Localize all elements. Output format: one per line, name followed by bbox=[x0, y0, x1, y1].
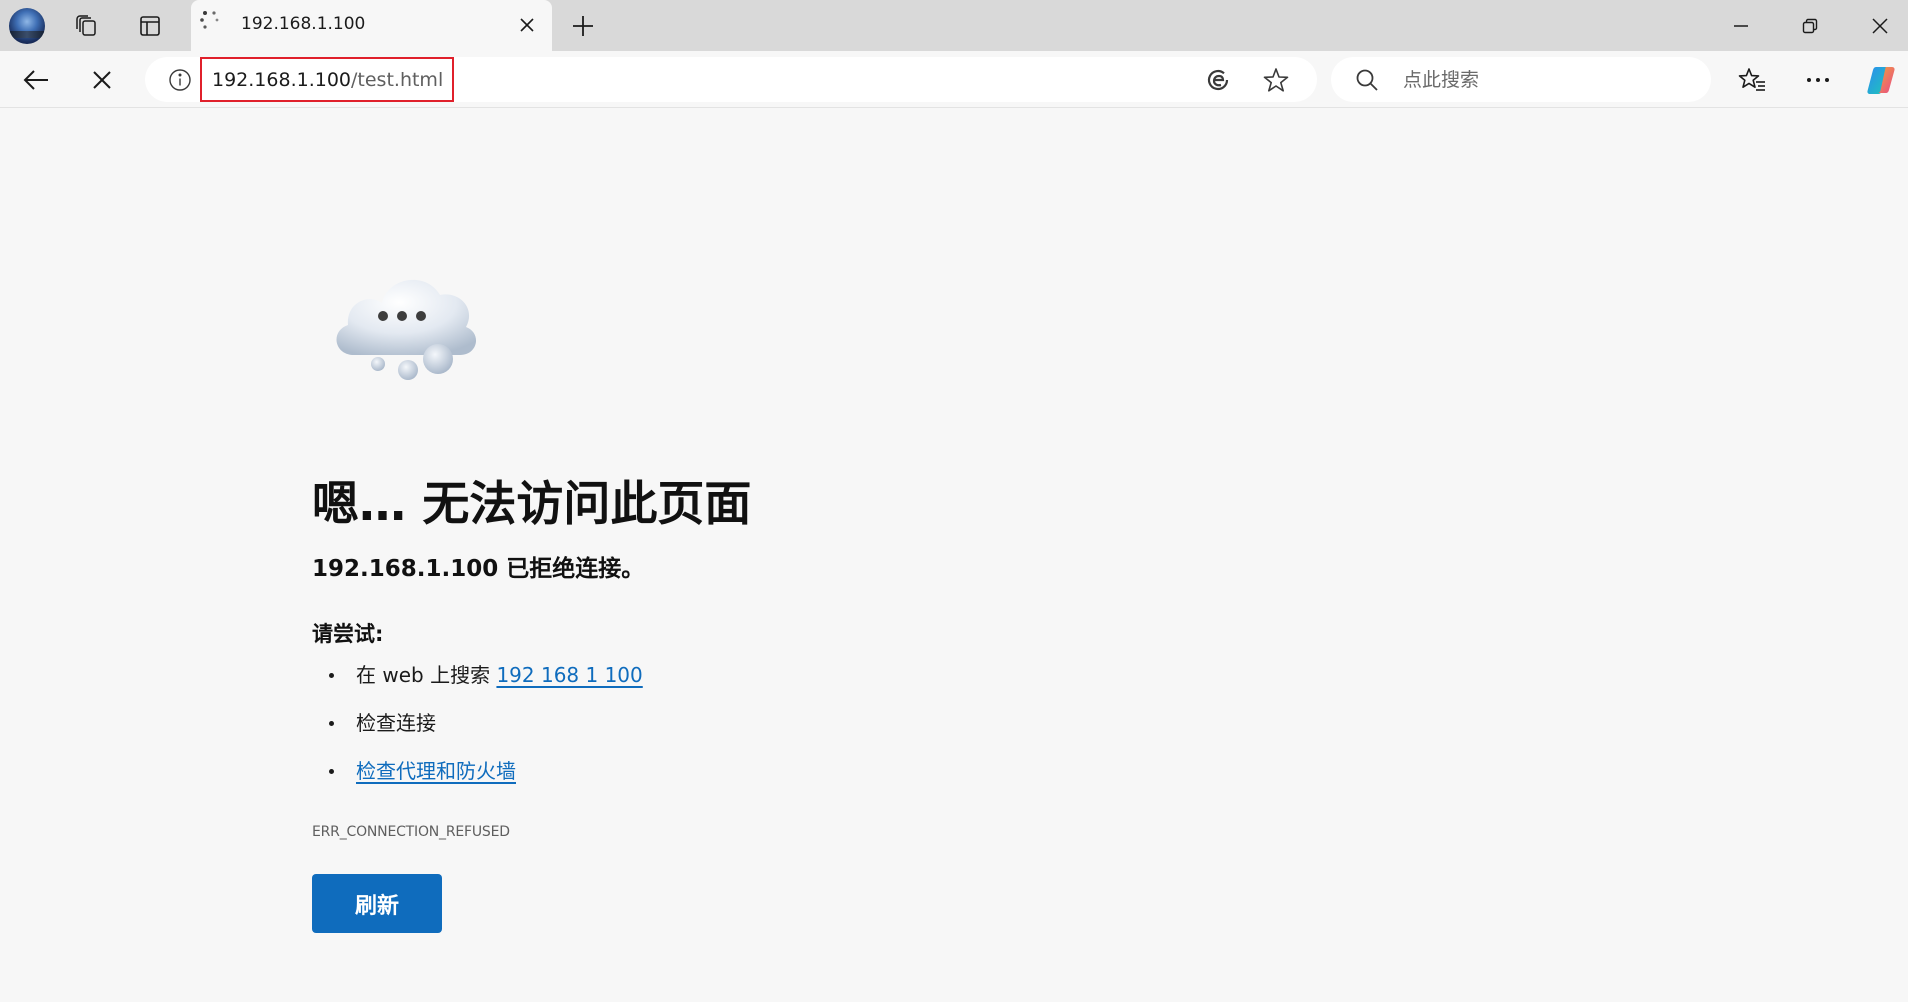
add-favorite-button[interactable] bbox=[1260, 64, 1292, 96]
bullet bbox=[329, 769, 334, 774]
settings-more-button[interactable] bbox=[1797, 59, 1839, 101]
close-icon bbox=[1872, 18, 1888, 34]
info-icon bbox=[169, 69, 191, 91]
search-icon bbox=[1356, 69, 1378, 91]
loading-spinner-icon bbox=[200, 11, 219, 29]
suggestion-list: 在 web 上搜索 192 168 1 100 检查连接 检查代理和防火墙 bbox=[312, 651, 643, 795]
tab-close-button[interactable] bbox=[514, 12, 540, 38]
stop-loading-button[interactable] bbox=[81, 59, 123, 101]
search-box[interactable] bbox=[1331, 57, 1711, 102]
search-suggestion-prefix: 在 web 上搜索 bbox=[356, 663, 497, 687]
tab-strip: 192.168.1.100 bbox=[0, 0, 1908, 51]
refresh-button[interactable]: 刷新 bbox=[312, 874, 442, 933]
edge-refresh-icon bbox=[1207, 69, 1229, 91]
favorites-button[interactable] bbox=[1731, 59, 1773, 101]
copilot-icon bbox=[1867, 67, 1895, 94]
cloud-error-illustration bbox=[336, 279, 477, 380]
window-close-button[interactable] bbox=[1852, 6, 1908, 46]
list-item: 检查代理和防火墙 bbox=[312, 747, 643, 795]
avatar bbox=[9, 8, 45, 44]
check-proxy-firewall-link[interactable]: 检查代理和防火墙 bbox=[356, 759, 516, 783]
plus-icon bbox=[573, 16, 593, 36]
restore-button[interactable] bbox=[1782, 6, 1838, 46]
star-icon bbox=[1263, 68, 1289, 92]
workspaces-button[interactable] bbox=[63, 6, 109, 46]
arrow-left-icon bbox=[23, 70, 48, 90]
search-input[interactable] bbox=[1401, 57, 1691, 102]
browser-toolbar: 192.168.1.100/test.html bbox=[0, 51, 1908, 108]
read-aloud-button[interactable] bbox=[1202, 64, 1234, 96]
list-item: 检查连接 bbox=[312, 699, 643, 747]
error-code: ERR_CONNECTION_REFUSED bbox=[312, 824, 510, 840]
site-info-button[interactable] bbox=[165, 65, 195, 95]
workspaces-icon bbox=[76, 15, 96, 36]
vertical-tabs-icon bbox=[140, 16, 160, 36]
bullet bbox=[329, 673, 334, 678]
stop-icon bbox=[93, 71, 111, 89]
minimize-button[interactable] bbox=[1713, 6, 1769, 46]
try-heading: 请尝试: bbox=[312, 622, 384, 646]
bullet bbox=[329, 721, 334, 726]
page-title: 嗯… 无法访问此页面 bbox=[312, 477, 752, 532]
vertical-tabs-button[interactable] bbox=[127, 6, 173, 46]
new-tab-button[interactable] bbox=[560, 6, 606, 46]
address-bar[interactable]: 192.168.1.100/test.html bbox=[145, 57, 1317, 102]
favorites-list-icon bbox=[1738, 68, 1765, 91]
close-icon bbox=[520, 18, 534, 32]
list-item: 在 web 上搜索 192 168 1 100 bbox=[312, 651, 643, 699]
tab-title: 192.168.1.100 bbox=[241, 14, 366, 34]
profile-button[interactable] bbox=[4, 6, 50, 46]
url-path: /test.html bbox=[351, 68, 444, 91]
url-host: 192.168.1.100 bbox=[212, 68, 352, 91]
error-subtitle: 192.168.1.100 已拒绝连接。 bbox=[312, 556, 645, 582]
minimize-icon bbox=[1734, 25, 1748, 27]
url-text[interactable]: 192.168.1.100/test.html bbox=[200, 57, 454, 102]
check-connection-text: 检查连接 bbox=[356, 711, 436, 735]
tab-active[interactable]: 192.168.1.100 bbox=[191, 0, 552, 51]
back-button[interactable] bbox=[15, 59, 57, 101]
search-web-link[interactable]: 192 168 1 100 bbox=[496, 663, 642, 687]
more-icon bbox=[1807, 78, 1829, 82]
restore-icon bbox=[1802, 18, 1818, 34]
copilot-button[interactable] bbox=[1860, 59, 1902, 101]
